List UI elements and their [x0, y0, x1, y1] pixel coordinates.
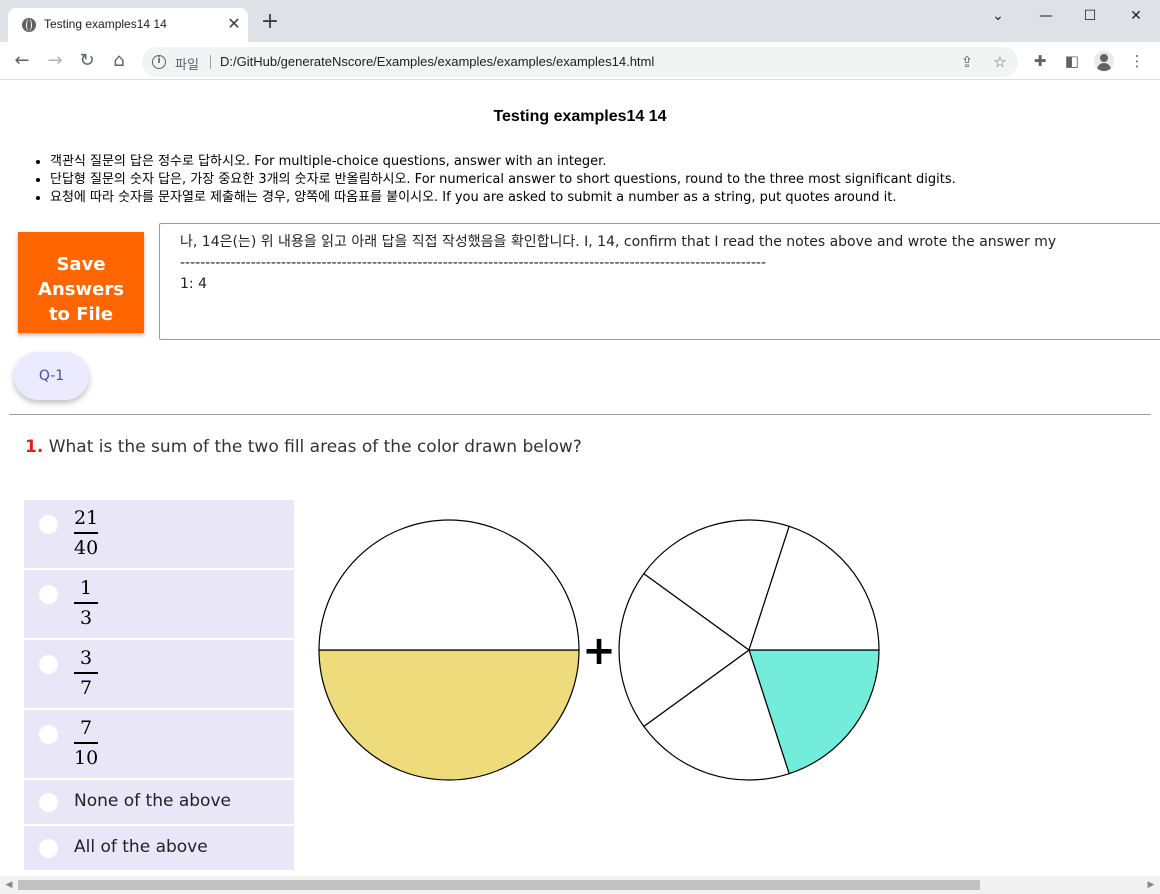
question-number: 1. — [25, 437, 44, 457]
scrollbar-thumb[interactable] — [18, 880, 980, 890]
choice-label: None of the above — [74, 791, 231, 811]
question-prompt: 1. What is the sum of the two fill areas… — [25, 437, 582, 457]
reload-icon[interactable]: ↻ — [76, 50, 98, 72]
scroll-left-icon[interactable]: ◀ — [3, 879, 15, 891]
fraction-circles-figure: + — [318, 519, 880, 781]
radio-button[interactable] — [39, 515, 58, 534]
tab-search-chevron-icon[interactable]: ⌄ — [978, 4, 1018, 28]
home-icon[interactable]: ⌂ — [108, 50, 130, 72]
choice-option[interactable]: 1 3 — [24, 570, 294, 638]
denominator: 40 — [74, 536, 99, 559]
denominator: 7 — [79, 676, 93, 699]
url-text[interactable]: D:/GitHub/generateNscore/Examples/exampl… — [220, 54, 654, 69]
radio-button[interactable] — [39, 585, 58, 604]
denominator: 3 — [79, 606, 93, 629]
radio-button[interactable] — [39, 655, 58, 674]
extensions-puzzle-icon[interactable]: ✚ — [1030, 51, 1050, 71]
choice-option[interactable]: None of the above — [24, 780, 294, 824]
page-content: Testing examples14 14 객관식 질문의 답은 정수로 답하시… — [0, 81, 1160, 876]
scroll-right-icon[interactable]: ▶ — [1145, 879, 1157, 891]
radio-button[interactable] — [39, 725, 58, 744]
side-panel-icon[interactable]: ◧ — [1062, 51, 1082, 71]
numerator: 21 — [74, 507, 99, 529]
horizontal-scrollbar[interactable]: ◀ ▶ — [0, 876, 1160, 894]
choice-option[interactable]: 21 40 — [24, 500, 294, 568]
address-bar[interactable]: i 파일 D:/GitHub/generateNscore/Examples/e… — [142, 47, 1018, 77]
filled-slice — [318, 649, 580, 781]
instruction-item: 요청에 따라 숫자를 문자열로 제출해는 경우, 양쪽에 따옴표를 붙이시오. … — [50, 189, 956, 207]
browser-tab[interactable]: Testing examples14 14 ✕ — [8, 8, 248, 42]
choice-label: All of the above — [74, 837, 208, 857]
instructions-list: 객관식 질문의 답은 정수로 답하시오. For multiple-choice… — [50, 153, 956, 207]
right-circle — [618, 519, 880, 781]
left-circle — [318, 519, 580, 781]
answer-line: 1: 4 — [180, 276, 207, 292]
radio-button[interactable] — [39, 793, 58, 812]
empty-slice — [318, 519, 580, 651]
maximize-icon[interactable]: ☐ — [1070, 4, 1110, 28]
forward-arrow-icon[interactable]: → — [44, 50, 66, 72]
fraction: 21 40 — [74, 506, 98, 560]
back-arrow-icon[interactable]: ← — [11, 50, 33, 72]
globe-icon — [22, 18, 36, 32]
new-tab-icon[interactable]: + — [260, 11, 280, 33]
answers-textarea[interactable]: 나, 14은(는) 위 내용을 읽고 아래 답을 직접 작성했음을 확인합니다.… — [159, 223, 1160, 340]
browser-toolbar: ← → ↻ ⌂ i 파일 D:/GitHub/generateNscore/Ex… — [0, 42, 1160, 80]
page-title: Testing examples14 14 — [493, 108, 667, 125]
fraction: 3 7 — [74, 646, 98, 700]
save-button-line: Save — [56, 253, 106, 275]
question-text: What is the sum of the two fill areas of… — [43, 437, 582, 457]
answer-line: ----------------------------------------… — [180, 255, 767, 271]
save-button-line: Answers — [38, 278, 124, 300]
fraction-bar — [74, 602, 98, 604]
share-icon[interactable]: ⇪ — [958, 53, 976, 71]
question-tab-q1[interactable]: Q-1 — [14, 352, 89, 400]
choice-option[interactable]: All of the above — [24, 826, 294, 870]
denominator: 10 — [74, 746, 99, 769]
answer-line: 나, 14은(는) 위 내용을 읽고 아래 답을 직접 작성했음을 확인합니다.… — [180, 234, 1057, 250]
plus-operator: + — [582, 628, 616, 674]
numerator: 1 — [79, 577, 93, 599]
section-divider — [9, 414, 1151, 415]
tab-title: Testing examples14 14 — [44, 17, 167, 31]
address-separator — [210, 55, 211, 69]
browser-tab-bar: Testing examples14 14 ✕ + ⌄ — ☐ ✕ — [0, 0, 1160, 42]
menu-kebab-icon[interactable]: ⋮ — [1127, 51, 1147, 71]
minimize-icon[interactable]: — — [1026, 4, 1066, 28]
radio-button[interactable] — [39, 839, 58, 858]
info-icon[interactable]: i — [152, 55, 166, 69]
numerator: 3 — [79, 647, 93, 669]
fraction: 1 3 — [74, 576, 98, 630]
fraction-bar — [74, 742, 98, 744]
choice-option[interactable]: 3 7 — [24, 640, 294, 708]
bookmark-star-icon[interactable]: ☆ — [991, 53, 1009, 71]
fraction: 7 10 — [74, 716, 98, 770]
instruction-item: 단답형 질문의 숫자 답은, 가장 중요한 3개의 숫자로 반올림하시오. Fo… — [50, 171, 956, 189]
save-answers-button[interactable]: Save Answers to File — [18, 232, 144, 333]
profile-avatar-icon[interactable] — [1094, 51, 1114, 71]
scheme-label: 파일 — [175, 58, 199, 73]
instruction-item: 객관식 질문의 답은 정수로 답하시오. For multiple-choice… — [50, 153, 956, 171]
fraction-bar — [74, 532, 98, 534]
fraction-bar — [74, 672, 98, 674]
numerator: 7 — [79, 717, 93, 739]
choice-option[interactable]: 7 10 — [24, 710, 294, 778]
close-tab-icon[interactable]: ✕ — [224, 14, 244, 34]
save-button-line: to File — [48, 303, 114, 325]
close-window-icon[interactable]: ✕ — [1116, 4, 1156, 28]
